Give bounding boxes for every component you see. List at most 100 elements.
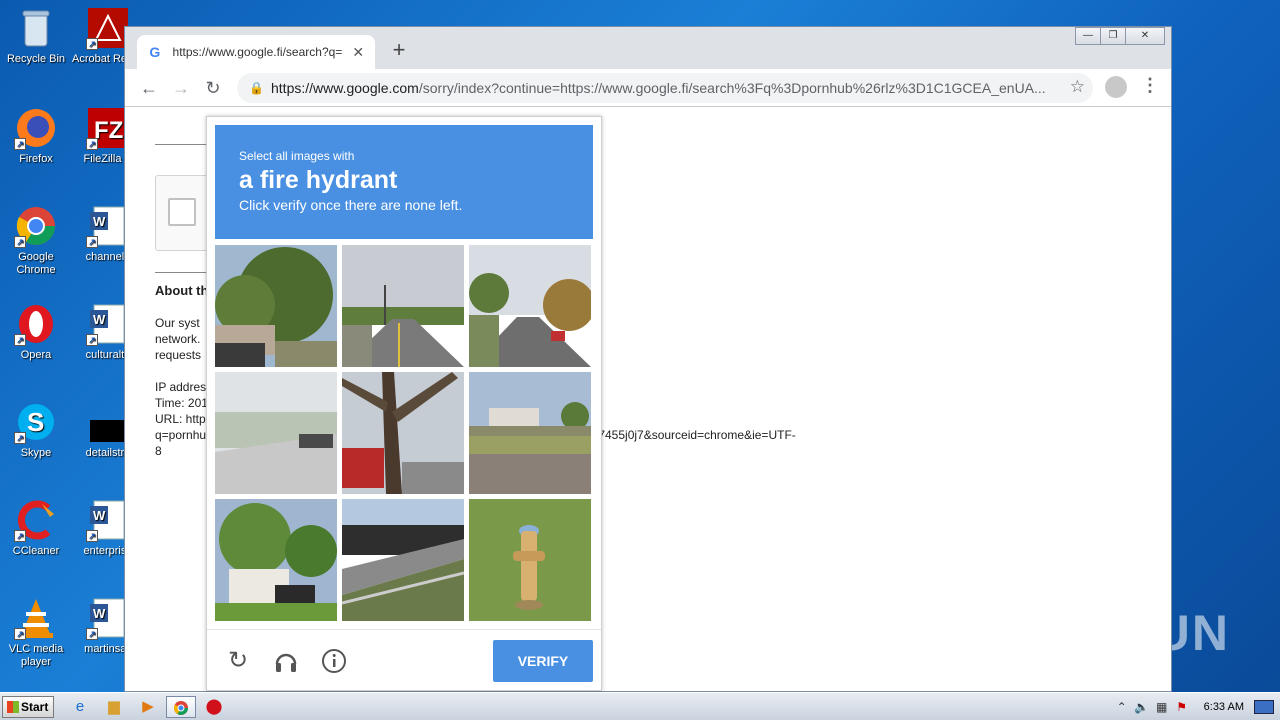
recaptcha-checkbox[interactable]: [168, 198, 196, 226]
start-label: Start: [21, 700, 49, 714]
shortcut-arrow-icon: ↗: [14, 530, 26, 542]
shortcut-arrow-icon: ↗: [86, 334, 98, 346]
show-desktop-button[interactable]: [1254, 700, 1274, 714]
window-controls: — ❐ ✕: [1075, 27, 1165, 45]
ccleaner-icon: ↗: [14, 498, 58, 542]
desktop-icon-label: Google Chrome: [16, 251, 56, 276]
svg-text:FZ: FZ: [94, 117, 123, 144]
shortcut-arrow-icon: ↗: [86, 236, 98, 248]
info-icon[interactable]: [321, 648, 347, 674]
vlc-icon: ↗: [14, 596, 58, 640]
desktop-icon-opera[interactable]: ↗ Opera: [0, 302, 72, 362]
browser-toolbar: ← → ↻ 🔒 https://www.google.com/sorry/ind…: [125, 69, 1171, 107]
url-label: URL: http: [155, 412, 206, 426]
bookmark-star-icon[interactable]: ☆: [1070, 77, 1085, 97]
lock-icon: 🔒: [249, 81, 264, 95]
media-player-icon[interactable]: ▶: [136, 696, 160, 718]
shortcut-arrow-icon: ↗: [86, 38, 98, 50]
challenge-instruction: Select all images with: [239, 149, 355, 163]
new-tab-button[interactable]: +: [387, 39, 411, 63]
explorer-folder-icon[interactable]: ▆: [102, 696, 126, 718]
tab-close-icon[interactable]: ✕: [351, 44, 365, 61]
start-button[interactable]: Start: [2, 696, 54, 718]
image-tile[interactable]: [469, 499, 591, 621]
desktop-icon-label: CCleaner: [12, 545, 60, 557]
restore-button[interactable]: ❐: [1100, 27, 1126, 45]
reload-challenge-icon[interactable]: ↻: [225, 648, 251, 674]
para-line: requests: [155, 348, 202, 362]
tab-title: https://www.google.fi/search?q=po: [172, 45, 344, 59]
volume-icon[interactable]: 🔈: [1132, 700, 1152, 714]
challenge-footer: ↻ VERIFY: [207, 629, 601, 691]
shortcut-arrow-icon: ↗: [86, 628, 98, 640]
google-favicon-icon: G: [149, 44, 161, 60]
desktop-icon-label: Recycle Bin: [6, 53, 66, 65]
verify-button[interactable]: VERIFY: [493, 640, 593, 682]
image-tile[interactable]: [342, 499, 464, 621]
desktop-icon-label: Skype: [20, 447, 52, 459]
network-icon[interactable]: ▦: [1152, 700, 1172, 714]
svg-text:W: W: [93, 508, 106, 523]
opera-icon: ↗: [14, 302, 58, 346]
skype-icon: S ↗: [14, 400, 58, 444]
tab-strip: G https://www.google.fi/search?q=po ✕ + …: [125, 27, 1171, 69]
svg-text:S: S: [27, 407, 44, 437]
flag-alert-icon[interactable]: ⚑: [1172, 700, 1192, 714]
desktop-icon-ccleaner[interactable]: ↗ CCleaner: [0, 498, 72, 558]
profile-avatar-icon[interactable]: [1105, 76, 1127, 98]
tray-expand-icon[interactable]: ⌃: [1112, 700, 1132, 714]
shortcut-arrow-icon: ↗: [14, 334, 26, 346]
image-tile[interactable]: [215, 499, 337, 621]
image-tile[interactable]: [215, 372, 337, 494]
time-label: Time: 201: [155, 396, 208, 410]
challenge-header: Select all images with a fire hydrant Cl…: [215, 125, 593, 239]
close-window-button[interactable]: ✕: [1125, 27, 1165, 45]
desktop-icon-vlc[interactable]: ↗ VLC media player: [0, 596, 72, 669]
desktop-icon-label: VLC media player: [8, 643, 64, 668]
shortcut-arrow-icon: ↗: [86, 530, 98, 542]
address-bar[interactable]: 🔒 https://www.google.com/sorry/index?con…: [237, 73, 1093, 103]
taskbar: Start e ▆ ▶ ⬤ ⌃ 🔈 ▦ ⚑ 6:33 AM: [0, 692, 1280, 720]
url-host: https://www.google.com: [271, 80, 419, 96]
tab-google-search[interactable]: G https://www.google.fi/search?q=po ✕: [137, 35, 375, 69]
desktop-icon-label: Opera: [20, 349, 52, 361]
recycle-bin-icon: [14, 6, 58, 50]
reload-icon[interactable]: ↻: [197, 72, 229, 104]
image-tile[interactable]: [469, 372, 591, 494]
shortcut-arrow-icon: ↗: [14, 628, 26, 640]
svg-text:W: W: [93, 214, 106, 229]
ip-address-label: IP addres: [155, 380, 207, 394]
ie-icon[interactable]: e: [68, 696, 92, 718]
firefox-icon: ↗: [14, 106, 58, 150]
opera-taskbar-icon[interactable]: ⬤: [202, 696, 226, 718]
desktop-icon-label: Firefox: [19, 153, 53, 165]
back-arrow-icon[interactable]: ←: [133, 72, 165, 104]
desktop-icon-skype[interactable]: S ↗ Skype: [0, 400, 72, 460]
url-query-tail: .7455j0j7&sourceid=chrome&ie=UTF-: [595, 428, 796, 442]
image-tile[interactable]: [215, 245, 337, 367]
taskbar-clock[interactable]: 6:33 AM: [1204, 701, 1244, 713]
para-line: network.: [155, 332, 201, 346]
url-query-end: 8: [155, 444, 162, 458]
menu-dots-icon[interactable]: ⋮: [1141, 75, 1159, 96]
image-tile[interactable]: [342, 372, 464, 494]
shortcut-arrow-icon: ↗: [86, 138, 98, 150]
chrome-taskbar-icon[interactable]: [166, 696, 196, 718]
desktop-icon-firefox[interactable]: ↗ Firefox: [0, 106, 72, 166]
image-grid: [215, 245, 593, 623]
url-query-line: q=pornhu: [155, 428, 207, 442]
para-line: Our syst: [155, 316, 200, 330]
challenge-target: a fire hydrant: [239, 166, 398, 194]
image-tile[interactable]: [342, 245, 464, 367]
minimize-button[interactable]: —: [1075, 27, 1101, 45]
url-path: /sorry/index?continue=https://www.google…: [418, 80, 1046, 96]
desktop-icon-recycle-bin[interactable]: Recycle Bin: [0, 6, 72, 66]
chrome-icon: ↗: [14, 204, 58, 248]
image-tile[interactable]: [469, 245, 591, 367]
url-text[interactable]: https://www.google.com/sorry/index?conti…: [271, 80, 1061, 96]
desktop-icon-chrome[interactable]: ↗ Google Chrome: [0, 204, 72, 277]
about-heading: About th: [155, 283, 209, 298]
headphones-icon[interactable]: [273, 648, 299, 674]
forward-arrow-icon[interactable]: →: [165, 72, 197, 104]
system-tray: ⌃ 🔈 ▦ ⚑ 6:33 AM: [1112, 695, 1280, 719]
